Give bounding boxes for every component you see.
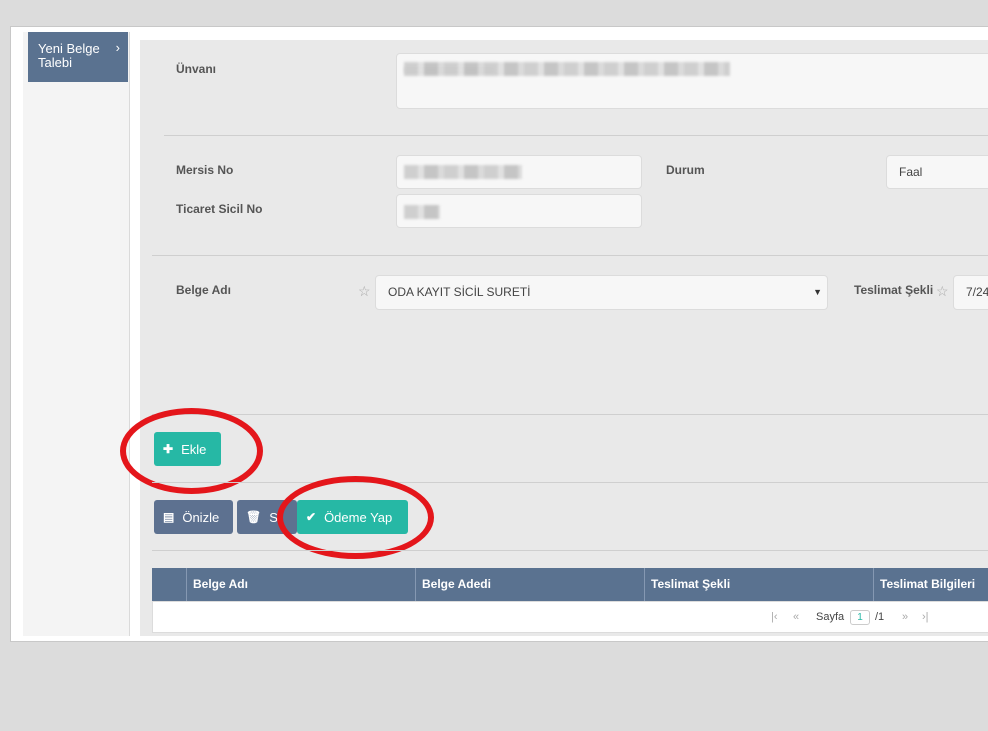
- plus-icon: ✚: [163, 442, 174, 456]
- divider: [152, 414, 988, 415]
- pager-label: Sayfa: [816, 611, 845, 623]
- onizle-label: Önizle: [182, 509, 220, 525]
- divider: [152, 482, 988, 483]
- column-header-belge-adi[interactable]: Belge Adı: [186, 568, 415, 601]
- odeme-yap-button[interactable]: ✔ Ödeme Yap: [297, 500, 408, 534]
- trash-icon: 🗑: [246, 510, 262, 524]
- sil-label: Si: [269, 509, 281, 525]
- ticaret-sicil-redacted: [404, 205, 440, 219]
- column-header-teslimat-bilgileri[interactable]: Teslimat Bilgileri: [873, 568, 988, 601]
- pager-total: /1: [875, 611, 885, 623]
- check-icon: ✔: [306, 510, 317, 524]
- mersis-label: Mersis No: [176, 163, 234, 177]
- belge-adi-select[interactable]: ODA KAYIT SİCİL SURETİ ▼: [375, 275, 828, 310]
- sidebar: [23, 32, 130, 636]
- divider: [164, 135, 988, 136]
- teslimat-select[interactable]: 7/24: [953, 275, 988, 310]
- document-icon: ▤: [163, 510, 175, 524]
- divider: [152, 550, 988, 551]
- column-header-belge-adedi[interactable]: Belge Adedi: [415, 568, 644, 601]
- belge-adi-value: ODA KAYIT SİCİL SURETİ: [388, 285, 531, 299]
- star-icon[interactable]: ☆: [358, 283, 371, 300]
- unvan-label: Ünvanı: [176, 62, 217, 76]
- caret-down-icon: ▼: [813, 287, 822, 297]
- sidebar-item-label: Yeni Belge Talebi: [38, 41, 100, 70]
- column-header-teslimat-sekli[interactable]: Teslimat Şekli: [644, 568, 873, 601]
- table-header: Belge Adı Belge Adedi Teslimat Şekli Tes…: [152, 568, 988, 601]
- ekle-label: Ekle: [181, 441, 207, 457]
- odeme-yap-label: Ödeme Yap: [324, 509, 393, 525]
- mersis-redacted: [404, 165, 522, 179]
- ticaret-sicil-label: Ticaret Sicil No: [176, 202, 263, 216]
- last-page-icon[interactable]: ›|: [922, 611, 929, 623]
- prev-page-icon[interactable]: «: [793, 611, 799, 623]
- table-pager: |‹ « Sayfa 1 /1 » ›|: [152, 601, 988, 633]
- durum-value: Faal: [899, 165, 923, 179]
- star-icon[interactable]: ☆: [936, 283, 949, 300]
- sidebar-item-yeni-belge-talebi[interactable]: Yeni Belge Talebi ›: [28, 32, 128, 82]
- durum-field: Faal: [886, 155, 988, 189]
- chevron-right-icon: ›: [115, 40, 120, 55]
- divider: [152, 255, 988, 256]
- ekle-button[interactable]: ✚ Ekle: [154, 432, 221, 466]
- unvan-redacted-2: [404, 67, 494, 73]
- teslimat-value: 7/24: [966, 285, 988, 299]
- onizle-button[interactable]: ▤ Önizle: [154, 500, 233, 534]
- teslimat-label: Teslimat Şekli: [854, 283, 934, 297]
- first-page-icon[interactable]: |‹: [771, 611, 778, 623]
- table-header-select: [152, 568, 186, 601]
- sil-button[interactable]: 🗑 Si: [237, 500, 297, 534]
- belge-adi-label: Belge Adı: [176, 283, 231, 297]
- durum-label: Durum: [666, 163, 705, 177]
- form-content: [140, 40, 988, 636]
- page-number-input[interactable]: 1: [850, 610, 870, 625]
- next-page-icon[interactable]: »: [902, 611, 908, 623]
